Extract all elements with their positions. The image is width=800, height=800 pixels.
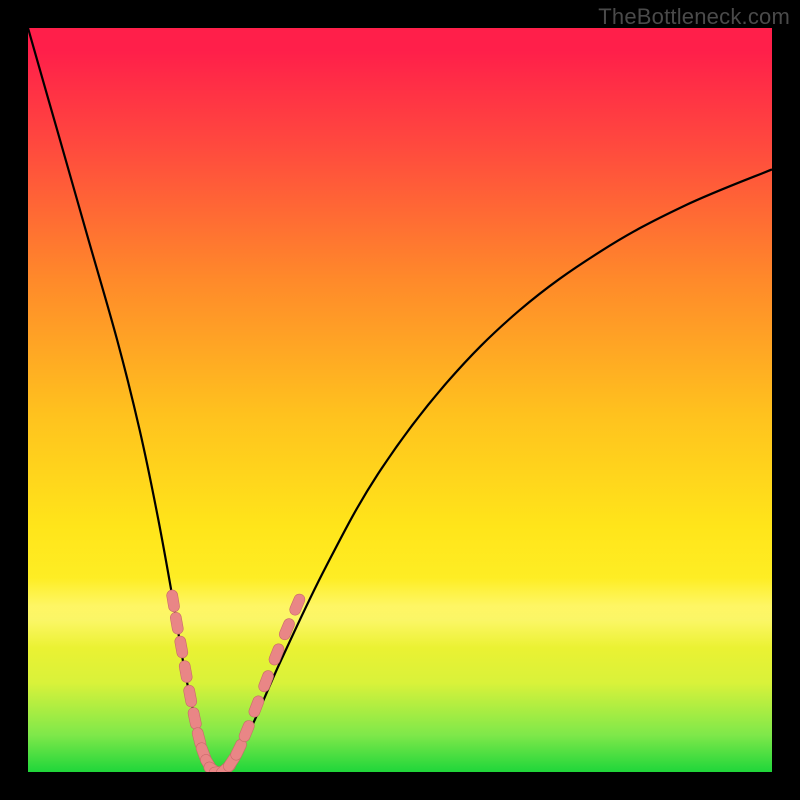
marker-group <box>166 589 307 772</box>
curve-marker <box>237 719 256 744</box>
curve-marker <box>247 694 265 718</box>
curve-marker <box>267 642 285 667</box>
outer-frame: TheBottleneck.com <box>0 0 800 800</box>
watermark-text: TheBottleneck.com <box>598 4 790 30</box>
curve-marker <box>198 752 219 772</box>
curve-marker <box>221 749 242 772</box>
curve-marker <box>191 726 207 750</box>
curve-marker <box>183 684 198 708</box>
bottleneck-curve <box>28 28 772 772</box>
plot-area <box>28 28 772 772</box>
curve-marker <box>208 765 231 772</box>
curve-marker <box>214 758 238 772</box>
curve-marker <box>278 617 297 642</box>
curve-marker <box>187 707 202 731</box>
curve-marker <box>202 760 226 772</box>
curve-marker <box>169 611 184 635</box>
highlight-band <box>28 578 772 648</box>
curve-marker <box>288 592 307 617</box>
curve-marker <box>257 669 275 693</box>
curve-marker <box>166 589 180 613</box>
curve-marker <box>229 737 249 762</box>
curve-marker <box>178 660 193 684</box>
curve-marker <box>174 635 189 659</box>
curve-marker <box>195 741 213 765</box>
curve-layer <box>28 28 772 772</box>
